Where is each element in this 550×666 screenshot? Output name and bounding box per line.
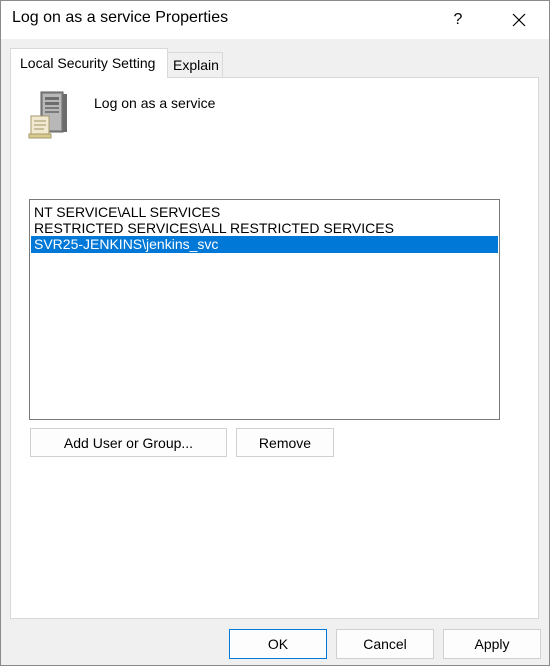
cancel-button[interactable]: Cancel	[336, 629, 434, 659]
add-user-or-group-button[interactable]: Add User or Group...	[30, 428, 227, 457]
tab-local-security-setting[interactable]: Local Security Setting	[10, 48, 168, 78]
list-item[interactable]: NT SERVICE\ALL SERVICES	[31, 204, 498, 220]
properties-dialog: Log on as a service Properties ? Local S…	[0, 0, 550, 666]
tab-explain[interactable]: Explain	[167, 52, 223, 77]
server-policy-icon	[28, 91, 67, 139]
tab-panel: Log on as a service NT SERVICE\ALL SERVI…	[10, 77, 539, 619]
help-icon: ?	[453, 11, 463, 28]
accounts-listbox[interactable]: NT SERVICE\ALL SERVICES RESTRICTED SERVI…	[29, 199, 500, 420]
tab-label: Explain	[173, 57, 219, 73]
close-button[interactable]	[501, 5, 537, 35]
list-item-selected[interactable]: SVR25-JENKINS\jenkins_svc	[31, 236, 498, 253]
ok-button[interactable]: OK	[229, 629, 327, 659]
tab-strip: Local Security Setting Explain	[1, 39, 549, 78]
tab-label: Local Security Setting	[20, 55, 156, 71]
apply-button[interactable]: Apply	[443, 629, 541, 659]
list-item[interactable]: RESTRICTED SERVICES\ALL RESTRICTED SERVI…	[31, 220, 498, 236]
help-button[interactable]: ?	[441, 5, 475, 35]
title-bar: Log on as a service Properties ?	[1, 1, 549, 39]
policy-name: Log on as a service	[94, 95, 216, 111]
window-title: Log on as a service Properties	[12, 9, 229, 26]
close-icon	[512, 13, 526, 27]
remove-button[interactable]: Remove	[236, 428, 334, 457]
